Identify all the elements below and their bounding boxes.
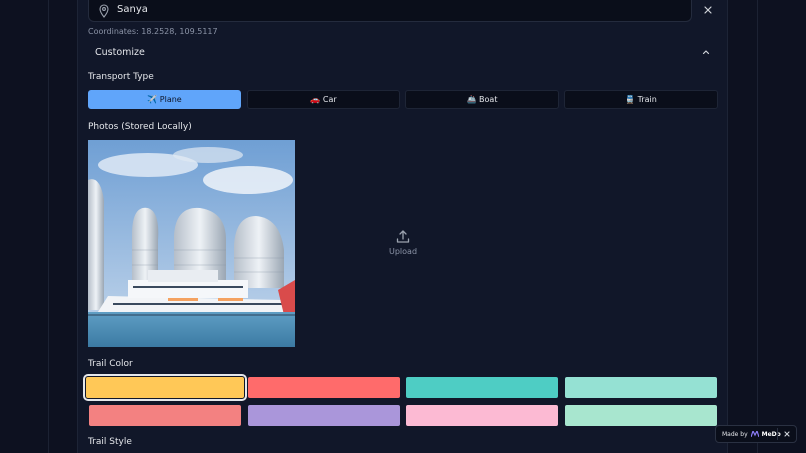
photos-label: Photos (Stored Locally) <box>88 122 192 132</box>
trail-color-swatch-2[interactable] <box>406 377 558 398</box>
made-by-badge[interactable]: Made by MeDo <box>715 425 797 443</box>
customize-toggle[interactable]: Customize <box>95 47 145 58</box>
medo-logo-icon <box>750 431 759 437</box>
sanya-photo-image <box>88 140 295 347</box>
trail-color-swatch-4[interactable] <box>89 405 241 426</box>
clear-location-icon[interactable] <box>701 3 715 17</box>
upload-icon <box>396 230 410 243</box>
upload-label: Upload <box>388 247 418 256</box>
trail-color-swatch-5[interactable] <box>248 405 400 426</box>
upload-button[interactable]: Upload <box>380 229 426 261</box>
transport-train-button[interactable]: 🚆 Train <box>564 90 718 109</box>
transport-car-button[interactable]: 🚗 Car <box>247 90 400 109</box>
location-input[interactable]: Sanya <box>88 0 692 22</box>
trail-color-label: Trail Color <box>88 359 133 369</box>
badge-divider <box>777 428 778 440</box>
location-value: Sanya <box>117 4 148 15</box>
transport-boat-button[interactable]: 🚢 Boat <box>405 90 559 109</box>
chevron-up-icon[interactable] <box>701 47 711 57</box>
photo-thumbnail[interactable] <box>88 140 295 347</box>
map-pin-icon <box>99 4 109 18</box>
page-divider-right <box>757 0 758 453</box>
close-badge-icon[interactable] <box>782 429 792 439</box>
transport-plane-button[interactable]: ✈️ Plane <box>88 90 241 109</box>
transport-type-label: Transport Type <box>88 72 154 82</box>
trail-color-swatch-3[interactable] <box>565 377 717 398</box>
trail-color-swatch-1[interactable] <box>248 377 400 398</box>
coordinates-text: Coordinates: 18.2528, 109.5117 <box>88 27 218 36</box>
trail-color-swatch-7[interactable] <box>565 405 717 426</box>
trail-color-swatch-0[interactable] <box>83 374 247 401</box>
trail-color-swatch-6[interactable] <box>406 405 558 426</box>
page-divider-left <box>48 0 49 453</box>
trail-style-label: Trail Style <box>88 437 132 447</box>
made-by-prefix: Made by <box>722 430 748 438</box>
